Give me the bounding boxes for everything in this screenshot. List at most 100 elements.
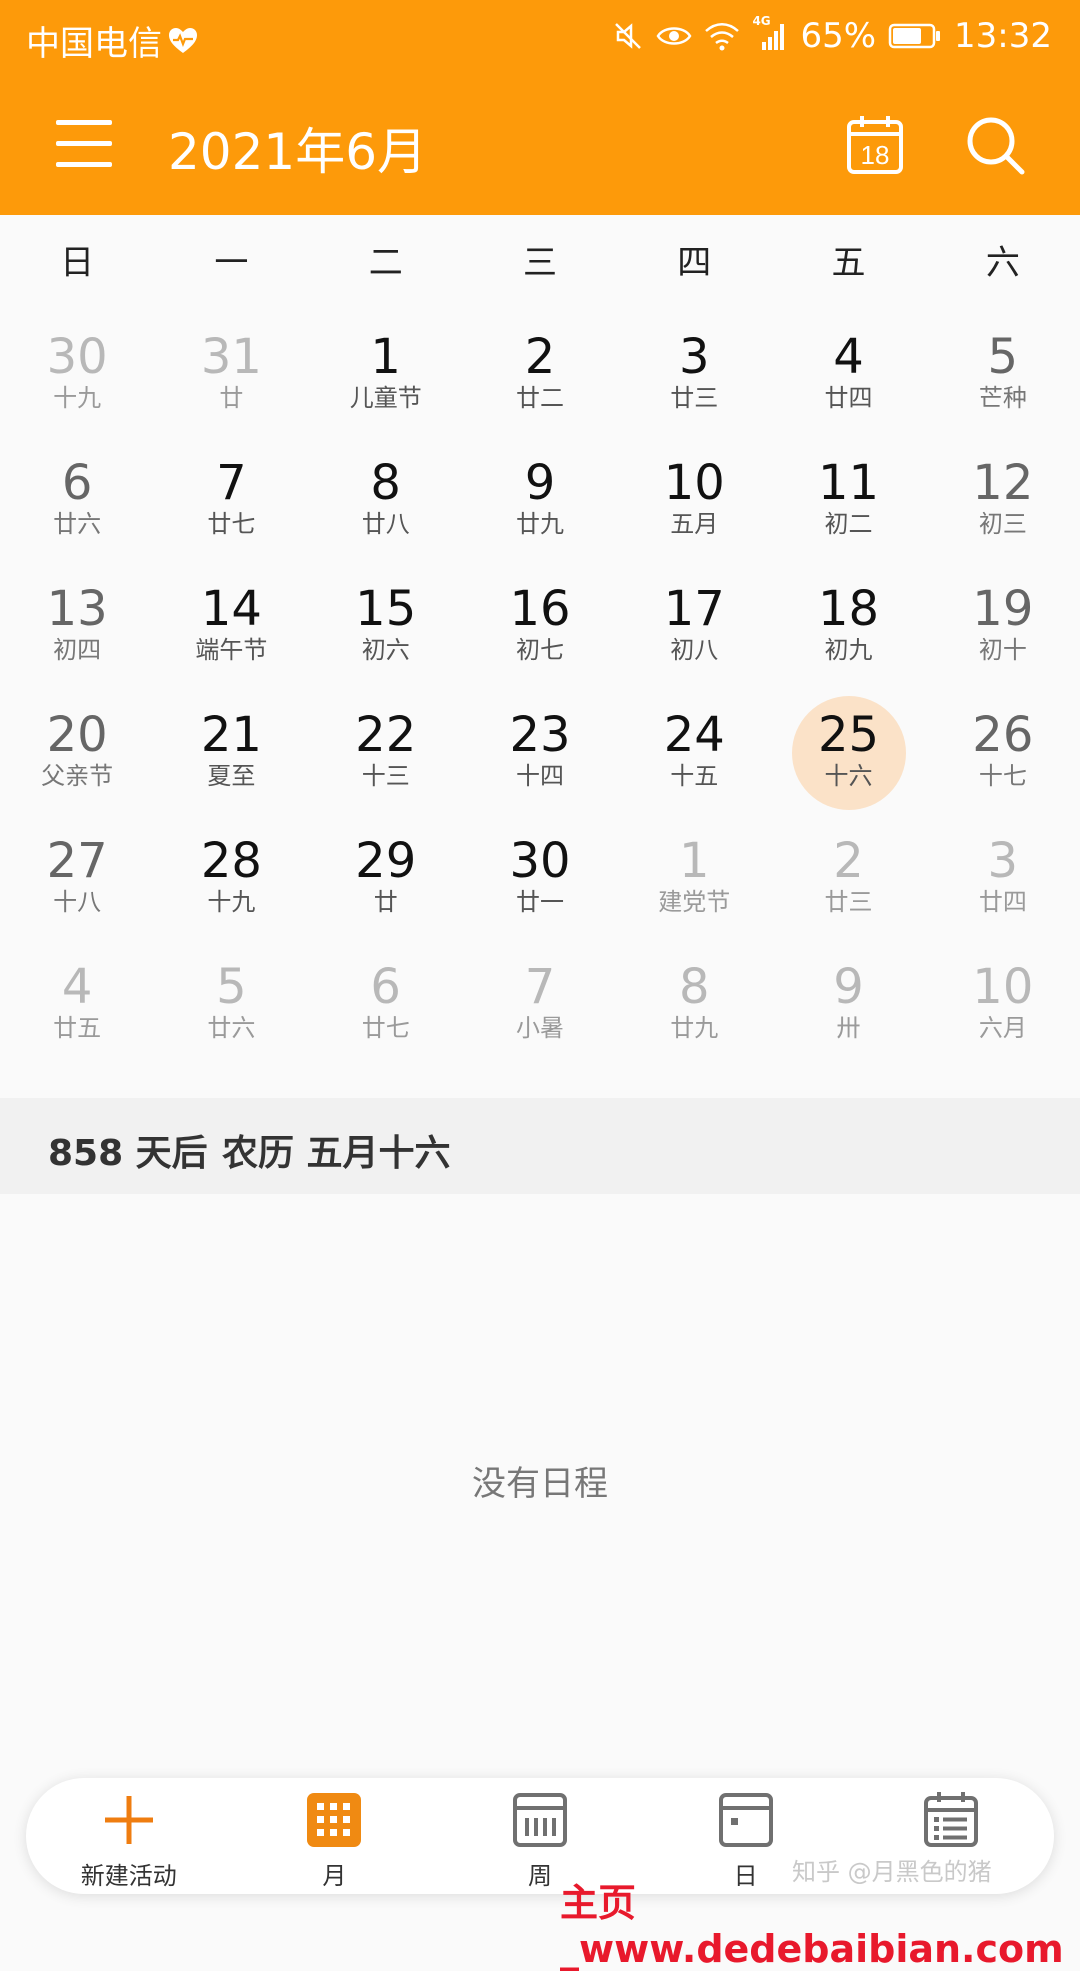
nav-new-event[interactable]: 新建活动 xyxy=(26,1778,232,1894)
day-cell[interactable]: 5 廿六 xyxy=(154,941,308,1067)
day-cell[interactable]: 4 廿四 xyxy=(771,311,925,437)
day-cell[interactable]: 31 廿 xyxy=(154,311,308,437)
menu-button[interactable] xyxy=(56,120,112,168)
day-number: 23 xyxy=(509,707,571,763)
day-cell[interactable]: 14 端午节 xyxy=(154,563,308,689)
day-cell[interactable]: 11 初二 xyxy=(771,437,925,563)
day-cell[interactable]: 10 五月 xyxy=(617,437,771,563)
day-cell[interactable]: 30 廿一 xyxy=(463,815,617,941)
lunar-label: 廿三 xyxy=(670,384,719,412)
status-bar: 中国电信 4G 65% 13:32 xyxy=(0,0,1080,74)
weekday-label: 六 xyxy=(985,243,1020,283)
day-cell[interactable]: 22 十三 xyxy=(309,689,463,815)
calendar-week-row: 4 廿五 5 廿六 6 廿七 7 小暑 8 廿九 9 卅 10 六月 xyxy=(0,941,1080,1067)
weekday-header: 日一二三四五六 xyxy=(0,215,1080,311)
nav-label: 月 xyxy=(322,1862,347,1890)
day-number: 9 xyxy=(833,959,864,1015)
day-cell[interactable]: 8 廿九 xyxy=(617,941,771,1067)
day-number: 25 xyxy=(818,707,880,763)
day-number: 19 xyxy=(972,581,1034,637)
menu-icon-line xyxy=(56,141,112,146)
day-cell[interactable]: 2 廿二 xyxy=(463,311,617,437)
days-after-text: 858 天后 xyxy=(48,1133,208,1174)
day-number: 17 xyxy=(663,581,725,637)
no-events-message: 没有日程 xyxy=(472,1464,608,1504)
day-number: 30 xyxy=(46,329,108,385)
day-number: 24 xyxy=(663,707,725,763)
day-cell[interactable]: 13 初四 xyxy=(0,563,154,689)
lunar-label: 初十 xyxy=(978,636,1027,664)
lunar-label: 十七 xyxy=(978,762,1027,790)
day-cell[interactable]: 1 儿童节 xyxy=(309,311,463,437)
day-cell[interactable]: 16 初七 xyxy=(463,563,617,689)
day-cell[interactable]: 24 十五 xyxy=(617,689,771,815)
nav-label: 新建活动 xyxy=(80,1862,177,1890)
day-cell[interactable]: 5 芒种 xyxy=(926,311,1080,437)
day-cell[interactable]: 15 初六 xyxy=(309,563,463,689)
day-cell[interactable]: 26 十七 xyxy=(926,689,1080,815)
day-number: 4 xyxy=(61,959,93,1015)
lunar-label: 初三 xyxy=(978,510,1027,538)
day-cell[interactable]: 21 夏至 xyxy=(154,689,308,815)
day-number: 7 xyxy=(524,959,556,1015)
day-cell[interactable]: 19 初十 xyxy=(926,563,1080,689)
day-number: 14 xyxy=(200,581,262,637)
day-cell[interactable]: 28 十九 xyxy=(154,815,308,941)
calendar-week-row: 30 十九 31 廿 1 儿童节 2 廿二 3 廿三 4 廿四 5 芒种 xyxy=(0,311,1080,437)
day-number: 20 xyxy=(46,707,108,763)
day-number: 30 xyxy=(509,833,571,889)
day-number: 9 xyxy=(524,455,556,511)
day-cell[interactable]: 17 初八 xyxy=(617,563,771,689)
day-number: 2 xyxy=(833,833,864,889)
today-number: 18 xyxy=(861,140,890,170)
day-cell[interactable]: 6 廿七 xyxy=(309,941,463,1067)
lunar-label: 廿三 xyxy=(824,888,873,916)
day-number: 3 xyxy=(678,329,710,385)
day-number: 6 xyxy=(370,959,401,1015)
lunar-label: 廿七 xyxy=(207,510,256,538)
clock: 13:32 xyxy=(954,16,1052,56)
month-title[interactable]: 2021年6月 xyxy=(168,112,427,184)
day-cell[interactable]: 2 廿三 xyxy=(771,815,925,941)
day-number: 31 xyxy=(200,329,262,385)
day-cell[interactable]: 29 廿 xyxy=(309,815,463,941)
day-cell-selected[interactable]: 25 十六 xyxy=(771,689,925,815)
day-cell[interactable]: 12 初三 xyxy=(926,437,1080,563)
lunar-label: 十六 xyxy=(824,762,873,790)
day-cell[interactable]: 20 父亲节 xyxy=(0,689,154,815)
day-cell[interactable]: 10 六月 xyxy=(926,941,1080,1067)
day-cell[interactable]: 4 廿五 xyxy=(0,941,154,1067)
day-cell[interactable]: 9 廿九 xyxy=(463,437,617,563)
day-cell[interactable]: 9卅 xyxy=(771,941,925,1067)
day-cell[interactable]: 8 廿八 xyxy=(309,437,463,563)
lunar-label: 芒种 xyxy=(978,384,1027,412)
lunar-label: 父亲节 xyxy=(41,762,114,790)
day-cell[interactable]: 6 廿六 xyxy=(0,437,154,563)
day-number: 18 xyxy=(818,581,880,637)
app-bar: 2021年6月 18 xyxy=(0,74,1080,215)
calendar-week-row: 13 初四 14 端午节 15 初六 16 初七 17 初八 18 初九 19 初十 xyxy=(0,563,1080,689)
day-number: 15 xyxy=(355,581,417,637)
day-cell[interactable]: 27 十八 xyxy=(0,815,154,941)
lunar-label: 初九 xyxy=(824,636,873,664)
today-button[interactable]: 18 xyxy=(846,114,904,176)
day-cell[interactable]: 7 廿七 xyxy=(154,437,308,563)
lunar-label: 廿 xyxy=(373,888,398,916)
day-cell[interactable]: 18 初九 xyxy=(771,563,925,689)
day-number: 4 xyxy=(833,329,864,385)
day-cell[interactable]: 30 十九 xyxy=(0,311,154,437)
day-number: 8 xyxy=(678,959,710,1015)
day-number: 26 xyxy=(972,707,1034,763)
search-button[interactable] xyxy=(964,114,1026,176)
day-cell[interactable]: 3 廿三 xyxy=(617,311,771,437)
day-cell[interactable]: 1 建党节 xyxy=(617,815,771,941)
day-cell[interactable]: 23 十四 xyxy=(463,689,617,815)
day-number: 16 xyxy=(509,581,571,637)
day-number: 29 xyxy=(355,833,417,889)
day-cell[interactable]: 7 小暑 xyxy=(463,941,617,1067)
selected-date-info: 858 天后 农历 五月十六 xyxy=(0,1098,1080,1194)
day-cell[interactable]: 3 廿四 xyxy=(926,815,1080,941)
nav-month[interactable]: 月 xyxy=(232,1778,438,1894)
week-icon xyxy=(512,1793,567,1847)
day-number: 6 xyxy=(61,455,93,511)
